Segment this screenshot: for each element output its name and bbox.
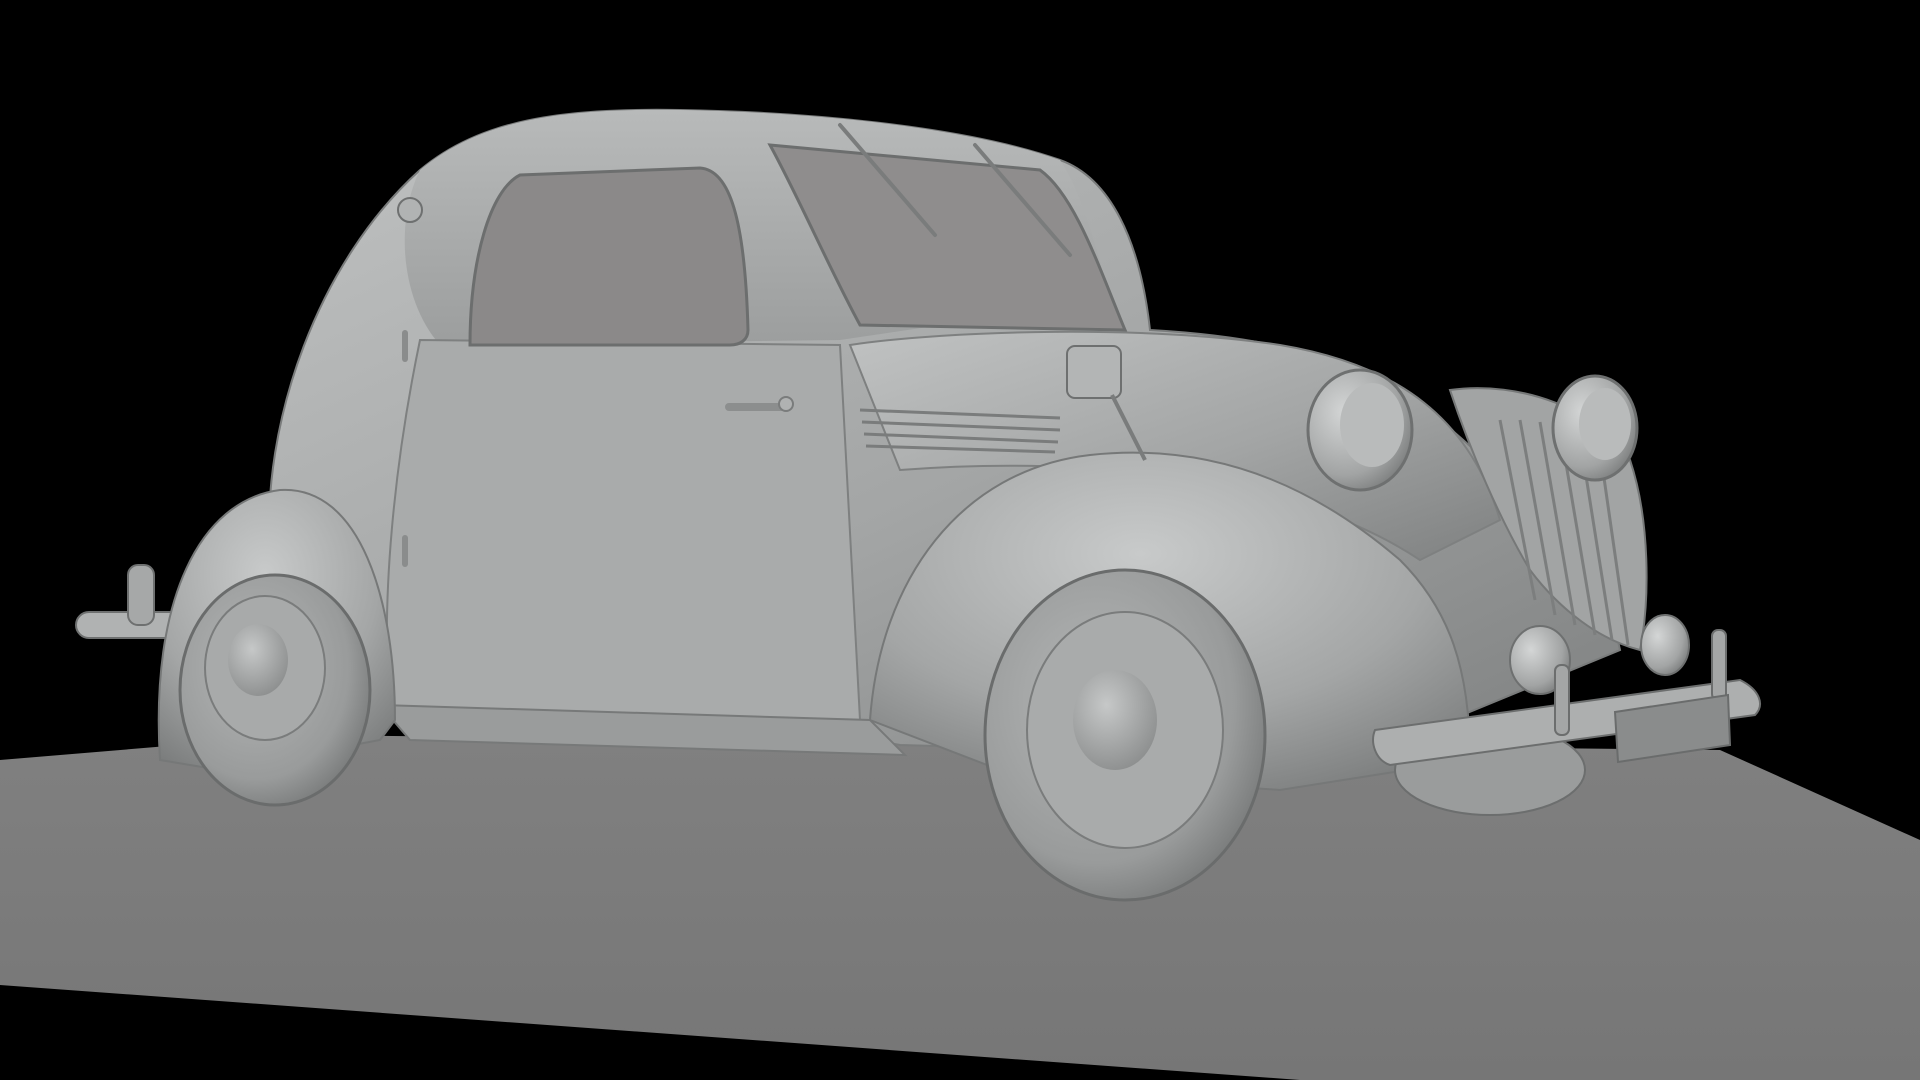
rear-roof-lamp	[397, 197, 423, 223]
door-hinge-lower	[402, 535, 408, 567]
door-hinge-upper	[402, 330, 408, 362]
front-wheel	[983, 568, 1267, 902]
render-scene	[0, 108, 1920, 1080]
right-fog-lamp	[1640, 614, 1690, 676]
right-headlamp	[1551, 374, 1639, 482]
left-headlamp	[1306, 368, 1414, 492]
rear-wheel	[178, 573, 372, 807]
side-window	[468, 166, 750, 347]
render-viewport	[0, 0, 1920, 1080]
